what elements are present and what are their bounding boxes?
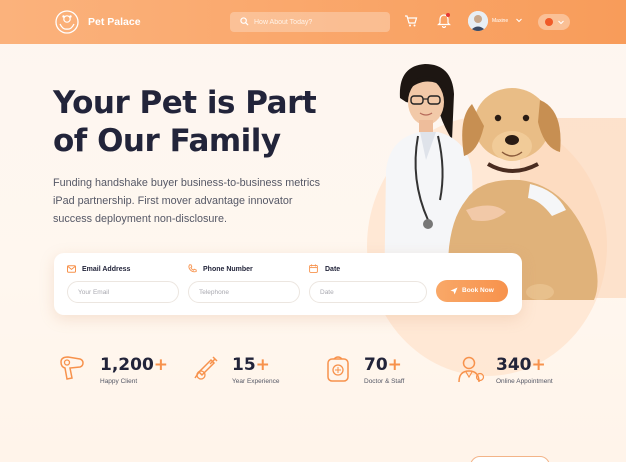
chevron-down-icon	[558, 20, 564, 25]
pet-carrier-icon	[327, 356, 349, 382]
cart-icon[interactable]	[404, 14, 418, 28]
user-name[interactable]: Maxine	[492, 18, 508, 24]
stat-label-staff: Doctor & Staff	[364, 378, 405, 385]
stat-label-experience: Year Experience	[232, 378, 280, 385]
phone-field[interactable]	[188, 281, 300, 303]
notification-badge	[446, 13, 450, 17]
stat-number-clients: 1,200+	[100, 355, 168, 375]
stat-number-experience: 15+	[232, 355, 270, 375]
email-label: Email Address	[82, 266, 131, 273]
chevron-down-icon[interactable]	[516, 18, 522, 23]
book-now-label: Book Now	[462, 287, 494, 294]
date-label: Date	[325, 266, 341, 273]
brand-name[interactable]: Pet Palace	[88, 16, 141, 28]
booking-form: Email Address Phone Number Date Book Now	[54, 253, 522, 315]
email-icon	[67, 265, 76, 273]
search-input[interactable]	[254, 14, 384, 30]
stat-value: 340	[496, 355, 532, 375]
stat-value: 15	[232, 355, 256, 375]
flag-icon	[545, 18, 553, 26]
pet-palace-logo-icon[interactable]	[54, 9, 80, 35]
vet-doctor-icon	[458, 356, 485, 383]
hero-title: Your Pet is Part of Our Family	[53, 85, 317, 159]
stat-plus: +	[153, 355, 169, 375]
email-field[interactable]	[67, 281, 179, 303]
stat-number-staff: 70+	[364, 355, 402, 375]
stat-plus: +	[531, 355, 546, 375]
date-field[interactable]	[309, 281, 427, 303]
phone-label: Phone Number	[203, 266, 253, 273]
stat-label-appointments: Online Appointment	[496, 378, 553, 385]
top-navbar: Pet Palace Maxine	[0, 0, 626, 44]
stat-plus: +	[387, 355, 402, 375]
partial-button-bottom[interactable]	[470, 456, 550, 462]
phone-icon	[188, 264, 197, 273]
search-bar	[230, 12, 390, 32]
send-icon	[450, 287, 458, 295]
calendar-icon	[309, 264, 318, 273]
hair-dryer-icon	[60, 356, 84, 380]
stat-value: 1,200	[100, 355, 154, 375]
stat-plus: +	[255, 355, 270, 375]
avatar-image-icon	[468, 11, 488, 31]
stat-number-appointments: 340+	[496, 355, 546, 375]
stat-value: 70	[364, 355, 388, 375]
stat-label-clients: Happy Client	[100, 378, 138, 385]
vaccine-syringe-icon	[194, 356, 218, 380]
search-icon	[240, 17, 249, 26]
user-avatar[interactable]	[468, 11, 488, 31]
hero-description: Funding handshake buyer business-to-busi…	[53, 177, 321, 225]
book-now-button[interactable]: Book Now	[436, 280, 508, 302]
language-selector[interactable]	[538, 14, 570, 30]
